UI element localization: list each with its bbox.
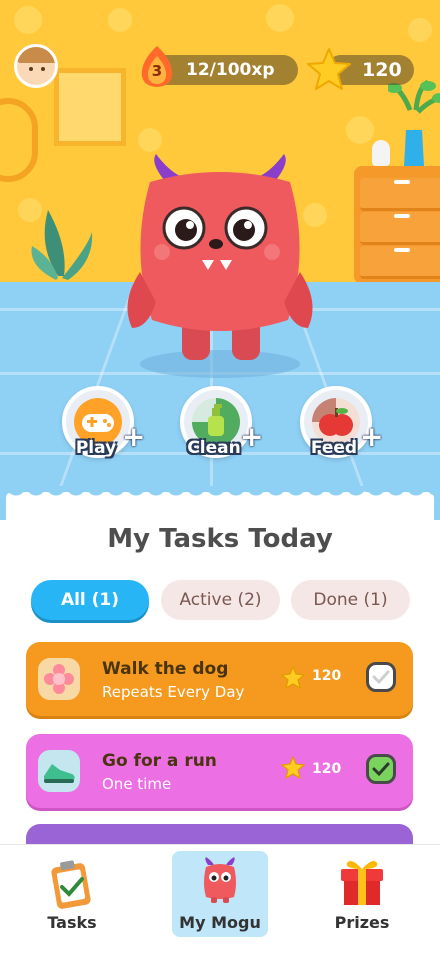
nav-tasks[interactable]: Tasks [24, 853, 120, 937]
vase-plant [388, 80, 440, 166]
star-icon [281, 756, 305, 780]
panel-scalloped-edge [6, 486, 434, 502]
feed-label: Feed [310, 438, 358, 458]
nav-prizes-label: Prizes [334, 913, 390, 932]
level-flame-badge: 3 [136, 44, 178, 88]
task-checkbox[interactable] [366, 662, 396, 692]
task-points: 120 [312, 668, 342, 684]
clipboard-check-icon [51, 860, 91, 909]
task-points: 120 [312, 761, 342, 777]
filter-all[interactable]: All (1) [31, 580, 149, 620]
task-subtitle: One time [102, 775, 172, 793]
filter-done[interactable]: Done (1) [291, 580, 410, 620]
dresser [354, 166, 440, 284]
task-item[interactable]: Walk the dog Repeats Every Day 120 [26, 642, 413, 716]
nav-prizes[interactable]: Prizes [314, 853, 410, 937]
filter-active-label: Active (2) [179, 590, 262, 610]
stars-count: 120 [362, 59, 402, 81]
mogu-monster[interactable] [120, 152, 320, 382]
wall-picture-frame [54, 68, 126, 146]
white-figurine [372, 140, 390, 166]
star-icon [281, 666, 305, 690]
task-item[interactable]: Go for a run One time 120 [26, 734, 413, 808]
sneaker-icon [38, 750, 80, 792]
task-checkbox[interactable] [366, 754, 396, 784]
filter-active[interactable]: Active (2) [161, 580, 280, 620]
mogu-monster-icon [204, 857, 236, 903]
star-icon [307, 48, 351, 90]
task-title: Go for a run [102, 751, 217, 771]
nav-tasks-label: Tasks [47, 913, 97, 932]
bottom-navigation: Tasks My Mogu Prizes [0, 844, 440, 957]
flower-icon [38, 658, 80, 700]
room-scene: 12/100xp 3 120 + Play + Clean + Feed [0, 0, 440, 520]
task-subtitle: Repeats Every Day [102, 683, 245, 701]
xp-text: 12/100xp [186, 60, 275, 80]
gift-box-icon [341, 861, 383, 905]
user-avatar[interactable] [14, 44, 58, 88]
task-title: Walk the dog [102, 659, 229, 679]
check-icon [372, 762, 390, 777]
filter-done-label: Done (1) [313, 590, 388, 610]
wall-mirror [0, 98, 38, 182]
nav-my-mogu[interactable]: My Mogu [172, 851, 268, 937]
check-icon [372, 670, 390, 685]
tasks-title: My Tasks Today [107, 524, 333, 554]
nav-my-mogu-label: My Mogu [179, 913, 261, 932]
clean-label: Clean [187, 438, 241, 458]
level-number: 3 [151, 62, 163, 80]
filter-all-label: All (1) [60, 590, 120, 610]
play-label: Play [75, 438, 117, 458]
